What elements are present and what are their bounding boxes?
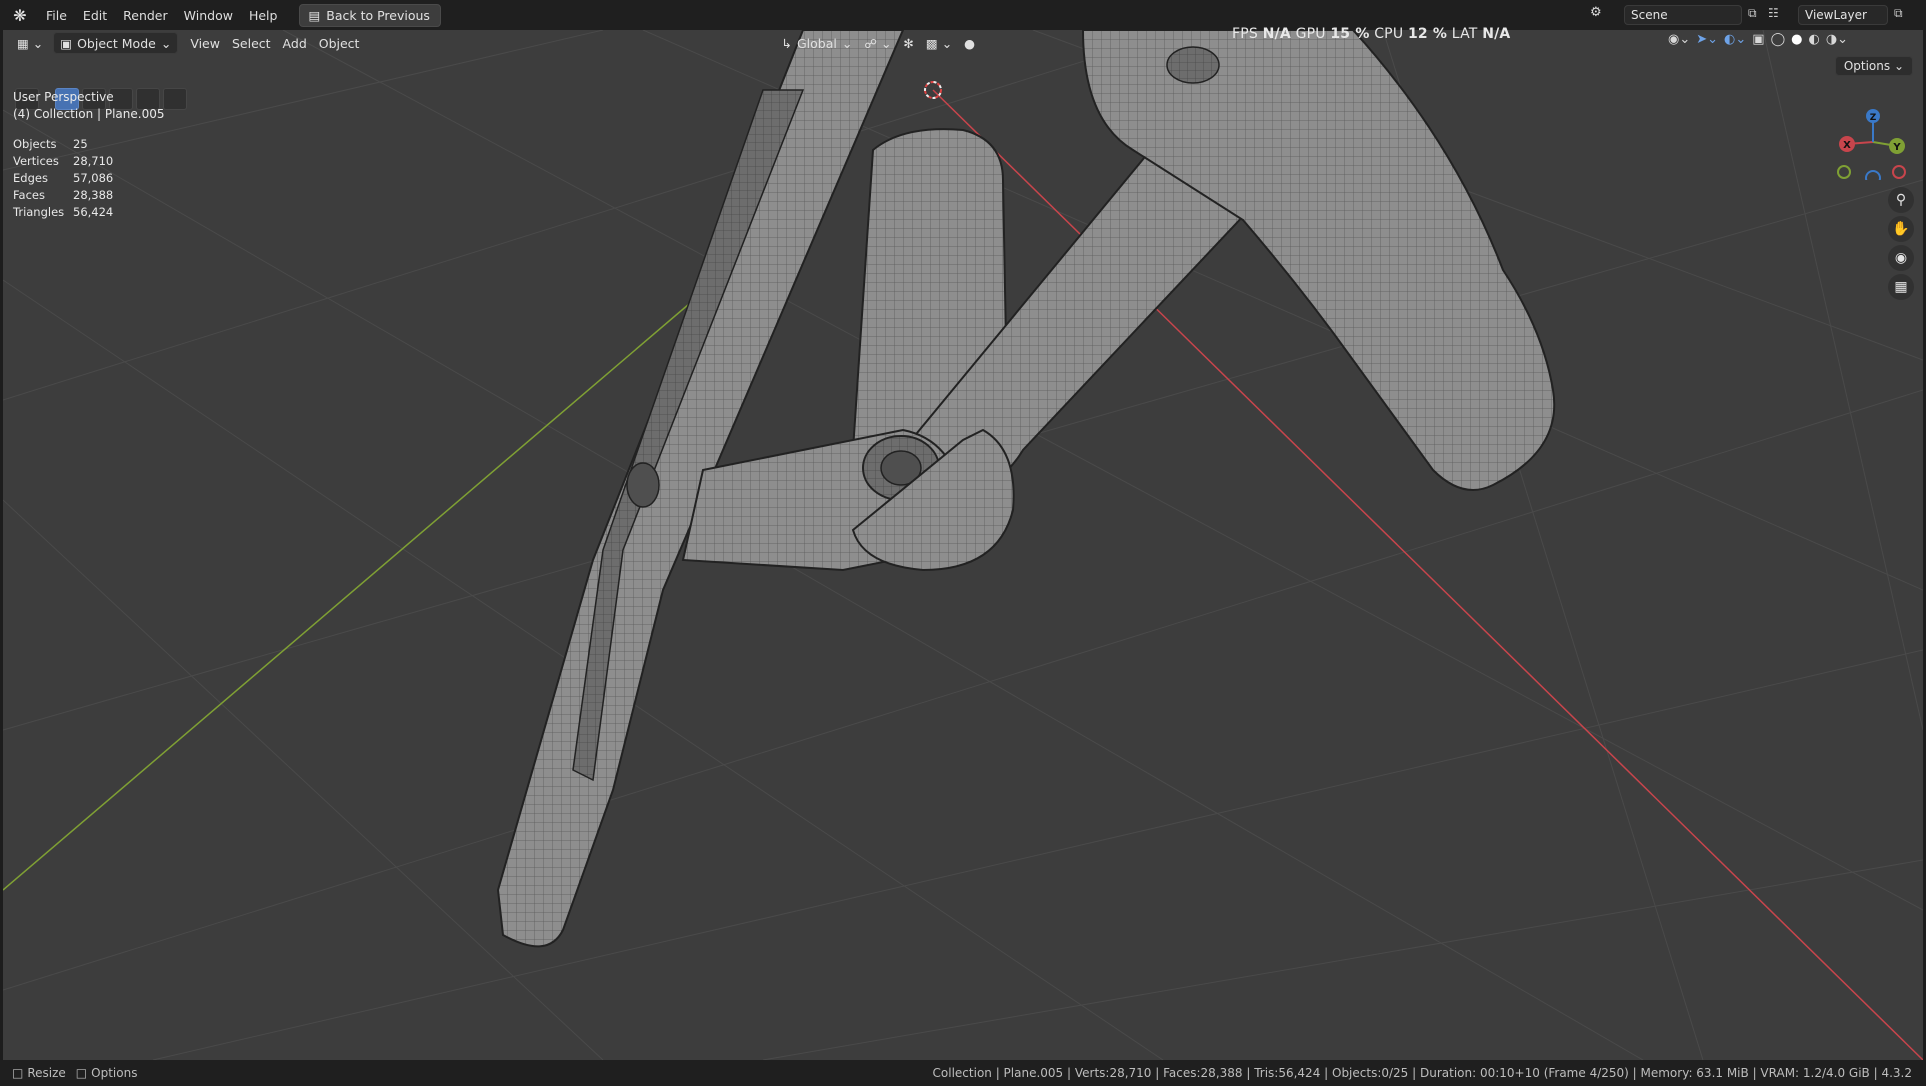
xray-toggle-icon[interactable]: ▣ [1752, 32, 1764, 47]
view-layer-new-icon[interactable]: ⧉ [1894, 6, 1903, 21]
mouse-icon: □ [75, 1066, 88, 1080]
collection-path: (4) Collection | Plane.005 [13, 107, 165, 121]
blender-logo-icon[interactable]: ❋ [8, 4, 32, 26]
pan-hand-icon[interactable]: ✋ [1888, 216, 1914, 242]
viewport-header-right: ◉⌄ ➤⌄ ◐⌄ ▣ ◯ ● ◐ ◑⌄ [1668, 32, 1848, 47]
scene-selector[interactable]: Scene [1624, 5, 1742, 25]
scene-new-icon[interactable]: ⧉ [1748, 6, 1757, 21]
transform-orientation-selector[interactable]: ↳ Global ⌄ [775, 33, 858, 53]
3d-viewport[interactable]: User Perspective (4) Collection | Plane.… [3, 30, 1923, 1060]
view-layer-name: ViewLayer [1805, 8, 1867, 22]
performance-readout: FPS N/A GPU 15 % CPU 12 % LAT N/A [1232, 26, 1511, 42]
camera-view-icon[interactable]: ◉ [1888, 245, 1914, 271]
menu-window[interactable]: Window [176, 4, 241, 27]
menu-edit[interactable]: Edit [75, 4, 115, 27]
scene-icon[interactable]: ⚙ [1590, 5, 1610, 25]
status-resize: Resize [27, 1066, 66, 1080]
stat-row: Vertices 28,710 [13, 154, 114, 168]
navigation-gizmo[interactable]: X Y Z [1833, 100, 1923, 180]
svg-text:Z: Z [1870, 113, 1877, 123]
snap-target-icon[interactable]: ▩ ⌄ [920, 33, 958, 53]
status-options: Options [91, 1066, 138, 1080]
proportional-edit-icon[interactable]: ● [958, 33, 981, 53]
view-layer-icon[interactable]: ☷ [1768, 6, 1779, 20]
stat-row: Faces 28,388 [13, 188, 114, 202]
orientation-icon: ↳ [781, 35, 792, 51]
viewport-scene [3, 30, 1923, 1060]
stat-row: Triangles 56,424 [13, 205, 114, 219]
mouse-icon: □ [12, 1066, 24, 1080]
svg-text:Y: Y [1892, 142, 1901, 153]
back-to-previous-button[interactable]: ▤ Back to Previous [299, 3, 441, 27]
chevron-down-icon: ⌄ [160, 35, 172, 51]
mode-label: Object Mode [77, 35, 156, 51]
status-info: Collection | Plane.005 | Verts:28,710 | … [932, 1066, 1912, 1080]
zoom-icon[interactable]: ⚲ [1888, 187, 1914, 213]
back-to-previous-label: Back to Previous [326, 7, 430, 23]
gizmo-neg-y-icon[interactable] [1837, 165, 1851, 179]
gizmo-neg-x-icon[interactable] [1892, 165, 1906, 179]
menu-add[interactable]: Add [277, 33, 313, 53]
ortho-grid-icon[interactable]: ▦ [1888, 274, 1914, 300]
viewport-header: ▦ ⌄ ▣ Object Mode ⌄ View Select Add Obje… [3, 30, 1923, 56]
editor-type-icon[interactable]: ▦ ⌄ [11, 33, 49, 53]
scene-name: Scene [1631, 8, 1668, 22]
menu-object[interactable]: Object [313, 33, 366, 53]
menu-select[interactable]: Select [226, 33, 277, 53]
pivot-point-icon[interactable]: ☍ ⌄ [858, 33, 897, 53]
viewport-options-button[interactable]: Options ⌄ [1834, 56, 1913, 76]
shading-rendered-icon[interactable]: ◑⌄ [1826, 32, 1848, 47]
shading-material-icon[interactable]: ◐ [1809, 32, 1820, 47]
menu-help[interactable]: Help [241, 4, 286, 27]
snap-icon[interactable]: ✻ [897, 33, 919, 53]
mesh-model[interactable] [496, 30, 1556, 948]
overlay-toggle-icon[interactable]: ◐⌄ [1724, 32, 1746, 47]
menu-render[interactable]: Render [115, 4, 176, 27]
svg-text:X: X [1843, 140, 1851, 151]
menu-file[interactable]: File [38, 4, 75, 27]
shading-solid-icon[interactable]: ● [1791, 32, 1802, 47]
visibility-icon[interactable]: ◉⌄ [1668, 32, 1690, 47]
stat-row: Edges 57,086 [13, 171, 114, 185]
view-name: User Perspective [13, 90, 114, 104]
mode-selector[interactable]: ▣ Object Mode ⌄ [53, 32, 179, 54]
gizmo-toggle-icon[interactable]: ➤⌄ [1696, 32, 1718, 47]
chevron-down-icon: ⌄ [841, 35, 853, 51]
object-mode-icon: ▣ [60, 35, 73, 51]
status-bar: □ Resize □ Options Collection | Plane.00… [0, 1060, 1926, 1086]
select-box-mode-intersect-icon[interactable] [163, 88, 187, 110]
back-icon: ▤ [308, 7, 321, 23]
gizmo-neg-z-icon[interactable] [1865, 170, 1881, 180]
view-layer-selector[interactable]: ViewLayer [1798, 5, 1888, 25]
menu-view[interactable]: View [184, 33, 226, 53]
stat-row: Objects 25 [13, 137, 88, 151]
scene-statistics: Objects 25 Vertices 28,710 Edges 57,086 Fac… [13, 136, 113, 221]
shading-wireframe-icon[interactable]: ◯ [1771, 32, 1786, 47]
